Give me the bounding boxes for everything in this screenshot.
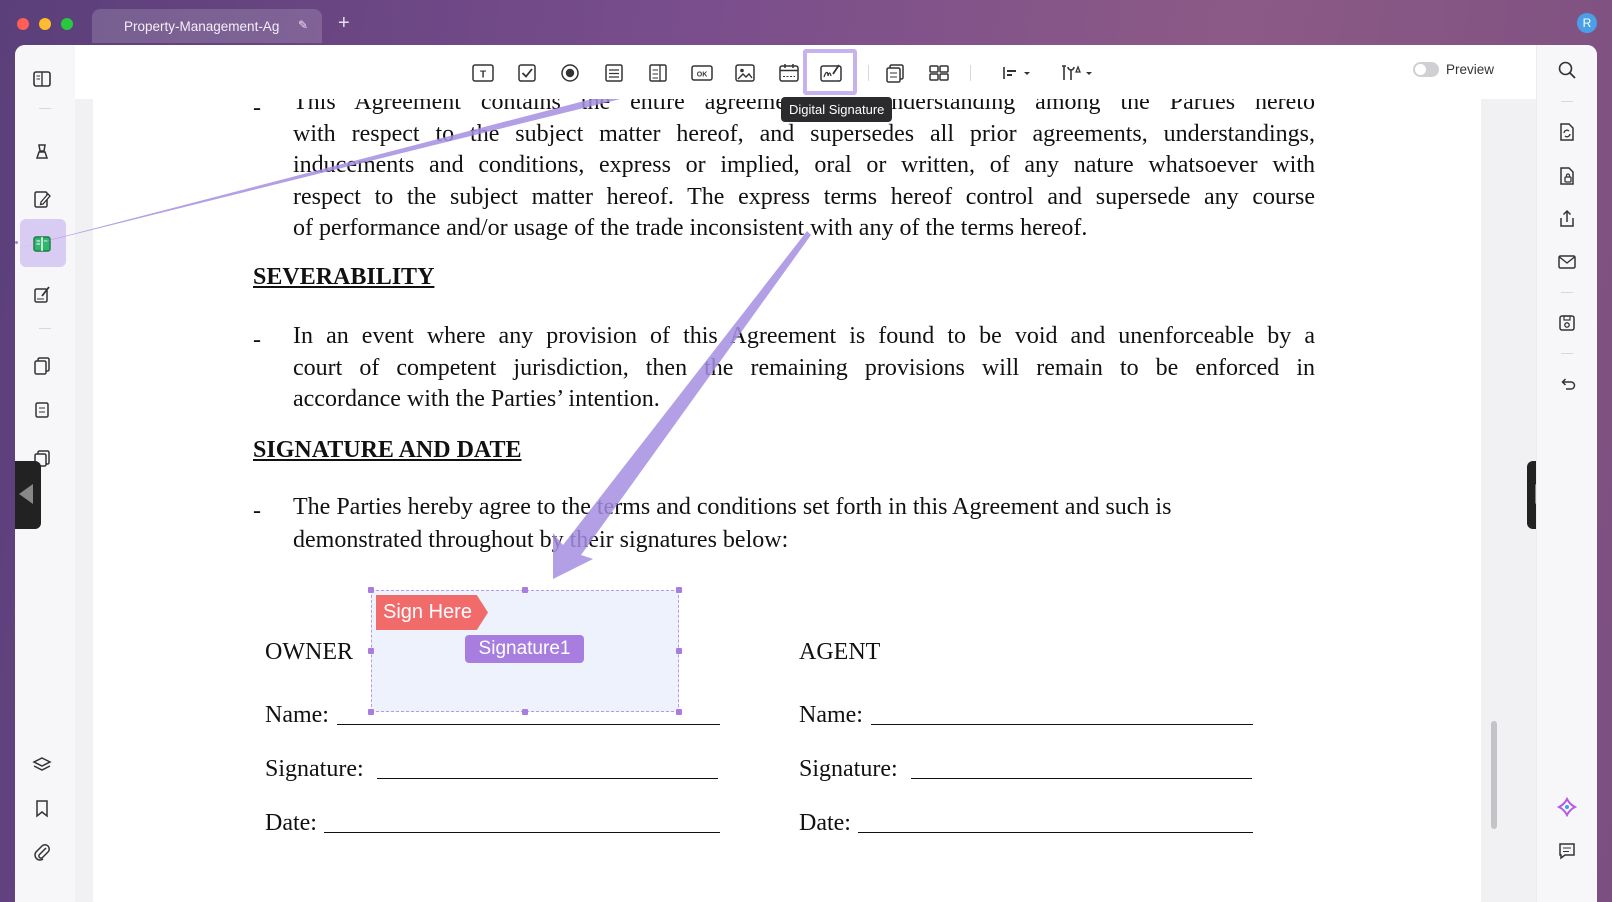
document-viewport[interactable]: - This Agreement contains the entire agr… [15,57,1553,902]
date-field-icon[interactable] [776,62,802,84]
preview-toggle[interactable] [1413,62,1439,77]
minimize-window-button[interactable] [39,18,51,30]
ai-assistant-icon[interactable] [1556,796,1578,818]
align-fields-icon[interactable] [998,62,1038,84]
close-window-button[interactable] [17,18,29,30]
sidebar-divider [1561,353,1573,354]
svg-text:OK: OK [697,72,708,79]
email-icon[interactable] [1556,251,1578,273]
toolbar-divider [868,65,869,81]
left-arrow-icon [19,484,33,504]
undo-icon[interactable] [1556,373,1578,395]
svg-text:T: T [480,70,486,81]
document-page: - This Agreement contains the entire agr… [15,57,1481,902]
save-icon[interactable] [1556,312,1578,334]
sidebar-divider [1561,101,1573,102]
new-tab-button[interactable]: + [338,12,350,35]
zoom-window-button[interactable] [61,18,73,30]
right-sidebar [1536,45,1597,902]
list-box-icon[interactable] [601,62,627,84]
search-icon[interactable] [1556,59,1578,81]
combo-box-icon[interactable] [645,62,671,84]
sidebar-divider [1561,292,1573,293]
digital-signature-tooltip: Digital Signature [781,97,893,122]
checkbox-icon[interactable] [514,62,540,84]
toolbar-divider [970,65,971,81]
image-field-icon[interactable] [732,62,758,84]
preview-label: Preview [1446,62,1495,77]
comments-icon[interactable] [1556,840,1578,862]
annotation-arrows [15,57,811,579]
app-window: - This Agreement contains the entire agr… [15,45,1597,902]
grid-layout-icon[interactable] [926,62,952,84]
share-icon[interactable] [1556,208,1578,230]
text-field-icon[interactable]: T [470,62,496,84]
form-toolbar: T OK Digital Signature Preview [75,45,1537,122]
document-tab-title: Property-Management-Ag [124,18,280,34]
convert-pdf-icon[interactable] [1556,121,1578,143]
rename-pencil-icon[interactable]: ✎ [298,18,308,32]
document-tab[interactable]: Property-Management-Ag ✎ [92,9,322,43]
field-properties-icon[interactable] [1058,62,1098,84]
protect-pdf-icon[interactable] [1556,165,1578,187]
button-field-icon[interactable]: OK [689,62,715,84]
vertical-scrollbar[interactable] [1491,721,1497,829]
radio-button-icon[interactable] [557,62,583,84]
digital-signature-icon[interactable] [818,62,844,84]
duplicate-fields-icon[interactable] [882,62,908,84]
user-avatar[interactable]: R [1577,13,1597,33]
